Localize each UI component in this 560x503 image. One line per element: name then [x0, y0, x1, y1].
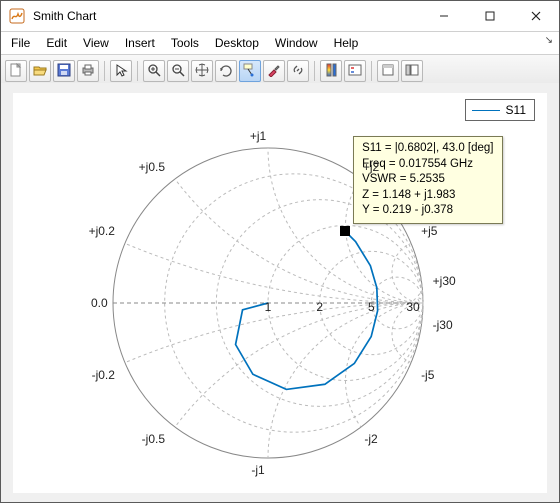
- link-icon: [291, 63, 305, 80]
- maximize-button[interactable]: [467, 1, 513, 31]
- legend-swatch: [472, 110, 500, 111]
- brush-button[interactable]: [263, 60, 285, 82]
- rim-label: +j2: [363, 160, 379, 174]
- legend-label: S11: [506, 103, 526, 117]
- insert-legend-button[interactable]: [344, 60, 366, 82]
- real-axis-tick: 0.0: [91, 296, 108, 310]
- tooltip-line: Y = 0.219 - j0.378: [362, 203, 493, 219]
- menubar: File Edit View Insert Tools Desktop Wind…: [1, 32, 559, 55]
- rim-label: -j30: [433, 318, 453, 332]
- plot-area: S11 S11 = |0.6802|, 43.0 [deg]Freq = 0.0…: [1, 83, 559, 502]
- datacursor-icon: [243, 63, 257, 80]
- app-icon: [9, 8, 25, 24]
- titlebar: Smith Chart: [1, 1, 559, 32]
- colorbar-icon: [324, 63, 338, 80]
- zoom-out-icon: [171, 63, 185, 80]
- menu-edit[interactable]: Edit: [38, 34, 75, 52]
- real-axis-tick: 5: [368, 300, 375, 314]
- data-cursor-tooltip: S11 = |0.6802|, 43.0 [deg]Freq = 0.01755…: [353, 136, 502, 224]
- tooltip-line: Freq = 0.017554 GHz: [362, 157, 493, 173]
- rotate-icon: [219, 63, 233, 80]
- tooltip-line: Z = 1.148 + j1.983: [362, 188, 493, 204]
- close-button[interactable]: [513, 1, 559, 31]
- hide-plot-tools-button[interactable]: [377, 60, 399, 82]
- menu-file[interactable]: File: [3, 34, 38, 52]
- zoom-in-icon: [147, 63, 161, 80]
- insert-colorbar-button[interactable]: [320, 60, 342, 82]
- new-icon: [9, 63, 23, 80]
- real-axis-tick: 2: [316, 300, 323, 314]
- axes[interactable]: S11 S11 = |0.6802|, 43.0 [deg]Freq = 0.0…: [13, 93, 547, 493]
- dock-icon[interactable]: ↘: [545, 35, 553, 46]
- rim-label: -j5: [421, 368, 434, 382]
- pointer-icon: [114, 63, 128, 80]
- showp-icon: [405, 63, 419, 80]
- rim-label: +j1: [250, 129, 266, 143]
- pan-icon: [195, 63, 209, 80]
- real-axis-tick: 30: [406, 300, 419, 314]
- app-window: Smith Chart File Edit View Insert Tools …: [0, 0, 560, 503]
- rim-label: +j30: [433, 274, 456, 288]
- zoom-out-button[interactable]: [167, 60, 189, 82]
- menu-tools[interactable]: Tools: [163, 34, 207, 52]
- menu-insert[interactable]: Insert: [117, 34, 163, 52]
- menu-help[interactable]: Help: [326, 34, 367, 52]
- save-icon: [57, 63, 71, 80]
- rim-label: +j5: [421, 224, 437, 238]
- open-icon: [33, 63, 47, 80]
- print-button[interactable]: [77, 60, 99, 82]
- rim-label: +j0.5: [139, 160, 165, 174]
- real-axis-tick: 1: [265, 300, 272, 314]
- data-cursor-marker[interactable]: [340, 226, 350, 236]
- rim-label: -j0.5: [142, 432, 165, 446]
- tooltip-line: VSWR = 5.2535: [362, 172, 493, 188]
- save-button[interactable]: [53, 60, 75, 82]
- rim-label: -j0.2: [92, 368, 115, 382]
- rim-label: -j2: [364, 432, 377, 446]
- rim-label: +j0.2: [89, 224, 115, 238]
- zoom-in-button[interactable]: [143, 60, 165, 82]
- legend-icon: [348, 63, 362, 80]
- open-button[interactable]: [29, 60, 51, 82]
- pan-button[interactable]: [191, 60, 213, 82]
- print-icon: [81, 63, 95, 80]
- brush-icon: [267, 63, 281, 80]
- window-title: Smith Chart: [31, 9, 421, 23]
- link-plot-button[interactable]: [287, 60, 309, 82]
- menu-view[interactable]: View: [75, 34, 117, 52]
- hidep-icon: [381, 63, 395, 80]
- new-figure-button[interactable]: [5, 60, 27, 82]
- show-plot-tools-button[interactable]: [401, 60, 423, 82]
- menu-window[interactable]: Window: [267, 34, 326, 52]
- legend[interactable]: S11: [465, 99, 535, 121]
- data-cursor-button[interactable]: [239, 60, 261, 82]
- minimize-button[interactable]: [421, 1, 467, 31]
- rotate3d-button[interactable]: [215, 60, 237, 82]
- edit-plot-button[interactable]: [110, 60, 132, 82]
- tooltip-line: S11 = |0.6802|, 43.0 [deg]: [362, 141, 493, 157]
- menu-desktop[interactable]: Desktop: [207, 34, 267, 52]
- rim-label: -j1: [251, 463, 264, 477]
